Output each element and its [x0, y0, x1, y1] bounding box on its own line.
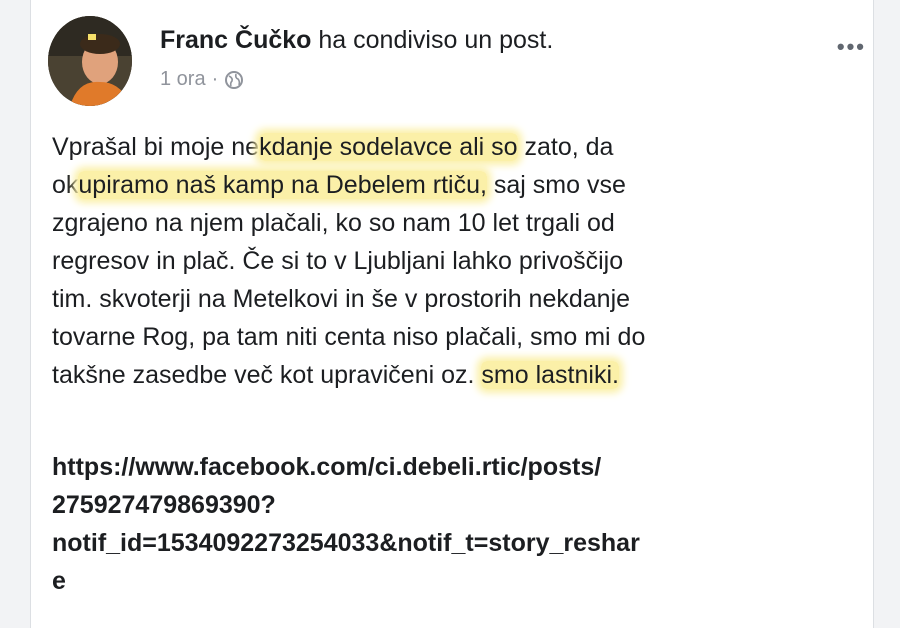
post-action-text: ha condiviso un post.: [318, 26, 554, 54]
post-text-line: zgrajeno na njem plačali, ko so nam 10 l…: [52, 204, 832, 242]
link-line[interactable]: https://www.facebook.com/ci.debeli.rtic/…: [52, 448, 842, 486]
more-options-icon[interactable]: •••: [837, 34, 866, 60]
post-timestamp[interactable]: 1 ora: [160, 68, 206, 91]
post-text-line: tim. skvoterji na Metelkovi in še v pros…: [52, 280, 832, 318]
highlighted-text: upiramo naš kamp na Debelem rtiču,: [78, 171, 487, 199]
text-segment: saj smo vse: [486, 171, 626, 199]
avatar-photo: [48, 16, 132, 106]
post-header: Franc Čučko ha condiviso un post.: [160, 26, 553, 55]
post-text: Vprašal bi moje nekdanje sodelavce ali s…: [52, 128, 832, 394]
post-meta: 1 ora ·: [160, 68, 244, 91]
text-segment: Vprašal bi moje ne: [52, 133, 260, 161]
shared-post-link[interactable]: https://www.facebook.com/ci.debeli.rtic/…: [52, 448, 842, 600]
text-segment: takšne zasedbe več kot upravičeni oz.: [52, 361, 482, 389]
post-text-line: Vprašal bi moje nekdanje sodelavce ali s…: [52, 128, 832, 166]
text-segment: tovarne Rog, pa tam niti centa niso plač…: [52, 323, 646, 351]
post-text-line: tovarne Rog, pa tam niti centa niso plač…: [52, 318, 832, 356]
post-text-line: regresov in plač. Če si to v Ljubljani l…: [52, 242, 832, 280]
author-name-link[interactable]: Franc Čučko: [160, 26, 311, 54]
link-line[interactable]: notif_id=1534092273254033&notif_t=story_…: [52, 524, 842, 562]
avatar[interactable]: [48, 16, 132, 106]
text-segment: ok: [52, 171, 79, 199]
meta-separator: ·: [211, 68, 219, 90]
text-segment: regresov in plač. Če si to v Ljubljani l…: [52, 247, 624, 275]
screenshot-frame: Franc Čučko ha condiviso un post. 1 ora …: [0, 0, 900, 628]
globe-icon[interactable]: [224, 70, 244, 90]
highlighted-text: smo lastniki.: [481, 361, 619, 389]
text-segment: tim. skvoterji na Metelkovi in še v pros…: [52, 285, 631, 313]
post-text-line: takšne zasedbe več kot upravičeni oz. sm…: [52, 356, 832, 394]
text-segment: zato, da: [517, 133, 614, 161]
highlighted-text: kdanje sodelavce ali so: [259, 133, 518, 161]
link-line[interactable]: 275927479869390?: [52, 486, 842, 524]
post-text-line: okupiramo naš kamp na Debelem rtiču, saj…: [52, 166, 832, 204]
link-line[interactable]: e: [52, 562, 842, 600]
text-segment: zgrajeno na njem plačali, ko so nam 10 l…: [52, 209, 615, 237]
